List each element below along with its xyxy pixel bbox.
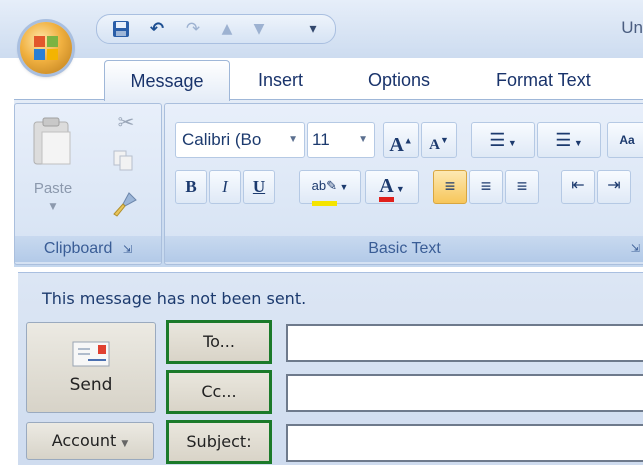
save-icon[interactable]: [111, 19, 131, 39]
tab-format-text[interactable]: Format Text: [496, 60, 591, 100]
numbering-button[interactable]: ☰ ▼: [537, 122, 601, 158]
info-bar: This message has not been sent.: [42, 289, 307, 308]
styles-icon: Aa: [619, 133, 635, 147]
decrease-indent-icon: ⇤: [571, 177, 585, 194]
basic-text-group-label: Basic Text: [368, 240, 441, 257]
font-name-select[interactable]: Calibri (Bo ▼: [175, 122, 305, 158]
align-left-icon: ≡: [444, 176, 456, 196]
office-logo-icon: [34, 36, 58, 60]
increase-indent-icon: ⇥: [607, 177, 621, 194]
paste-label: Paste: [33, 180, 73, 197]
cc-field[interactable]: [286, 374, 643, 412]
grow-font-button[interactable]: A▲: [383, 122, 419, 158]
cut-icon[interactable]: ✂: [111, 110, 141, 138]
chevron-down-icon: ▼: [288, 134, 298, 145]
tab-options[interactable]: Options: [368, 60, 430, 100]
numbered-list-icon: ☰: [555, 130, 572, 150]
cc-button[interactable]: Cc...: [166, 370, 272, 414]
bullets-button[interactable]: ☰ ▼: [471, 122, 535, 158]
paste-button[interactable]: Paste ▼: [23, 110, 83, 212]
next-item-icon[interactable]: ▼: [249, 19, 269, 39]
grow-font-icon: A▲: [389, 133, 413, 156]
paste-dropdown-icon: ▼: [49, 202, 57, 212]
clipboard-launcher-icon[interactable]: ⇲: [123, 244, 132, 256]
clipboard-group-label: Clipboard: [43, 240, 113, 257]
font-size-value: 11: [312, 130, 330, 149]
previous-item-icon[interactable]: ▲: [217, 19, 237, 39]
undo-icon[interactable]: ↶: [147, 19, 167, 39]
basic-text-launcher-icon[interactable]: ⇲: [631, 236, 640, 262]
customize-qat-icon[interactable]: ▾: [303, 19, 323, 39]
shrink-font-button[interactable]: A▼: [421, 122, 457, 158]
copy-icon[interactable]: [111, 148, 141, 176]
highlighter-icon: ab✎: [311, 171, 337, 206]
font-size-select[interactable]: 11 ▼: [307, 122, 375, 158]
styles-button[interactable]: Aa: [607, 122, 643, 158]
format-painter-icon[interactable]: [111, 190, 141, 218]
subject-label: Subject:: [166, 420, 272, 464]
italic-icon: I: [222, 177, 228, 196]
chevron-down-icon: ▼: [121, 439, 129, 449]
subject-field[interactable]: [286, 424, 643, 462]
basic-text-group: Calibri (Bo ▼ 11 ▼ A▲ A▼ ☰ ▼ ☰ ▼ Aa B I …: [164, 103, 643, 265]
italic-button[interactable]: I: [209, 170, 241, 204]
increase-indent-button[interactable]: ⇥: [597, 170, 631, 204]
window-title: Un: [621, 18, 643, 37]
paste-icon: [33, 117, 71, 165]
underline-button[interactable]: U: [243, 170, 275, 204]
to-field[interactable]: [286, 324, 643, 362]
decrease-indent-button[interactable]: ⇤: [561, 170, 595, 204]
send-button[interactable]: Send: [26, 322, 156, 413]
to-button[interactable]: To...: [166, 320, 272, 364]
font-color-icon: A: [379, 175, 394, 202]
account-label: Account: [51, 431, 117, 450]
font-name-value: Calibri (Bo: [182, 130, 262, 149]
office-button[interactable]: [20, 22, 72, 74]
bold-button[interactable]: B: [175, 170, 207, 204]
align-right-icon: ≡: [516, 176, 528, 196]
send-label: Send: [69, 375, 113, 395]
account-button[interactable]: Account ▼: [26, 422, 154, 460]
font-color-button[interactable]: A ▼: [365, 170, 419, 204]
highlight-button[interactable]: ab✎ ▼: [299, 170, 361, 206]
align-center-icon: ≡: [480, 176, 492, 196]
tab-message[interactable]: Message: [104, 60, 230, 101]
clipboard-group: Paste ▼ ✂ Clipboard ⇲: [14, 103, 162, 265]
redo-icon[interactable]: ↷: [183, 19, 203, 39]
align-right-button[interactable]: ≡: [505, 170, 539, 204]
chevron-down-icon: ▼: [358, 134, 368, 145]
tab-insert[interactable]: Insert: [258, 60, 303, 100]
align-left-button[interactable]: ≡: [433, 170, 467, 204]
underline-icon: U: [252, 177, 266, 196]
bold-icon: B: [185, 177, 197, 196]
shrink-font-icon: A▼: [429, 135, 449, 153]
align-center-button[interactable]: ≡: [469, 170, 503, 204]
quick-access-toolbar: ↶ ↷ ▲ ▼ ▾: [96, 14, 336, 44]
bullet-list-icon: ☰: [489, 130, 506, 150]
envelope-icon: [72, 341, 110, 367]
